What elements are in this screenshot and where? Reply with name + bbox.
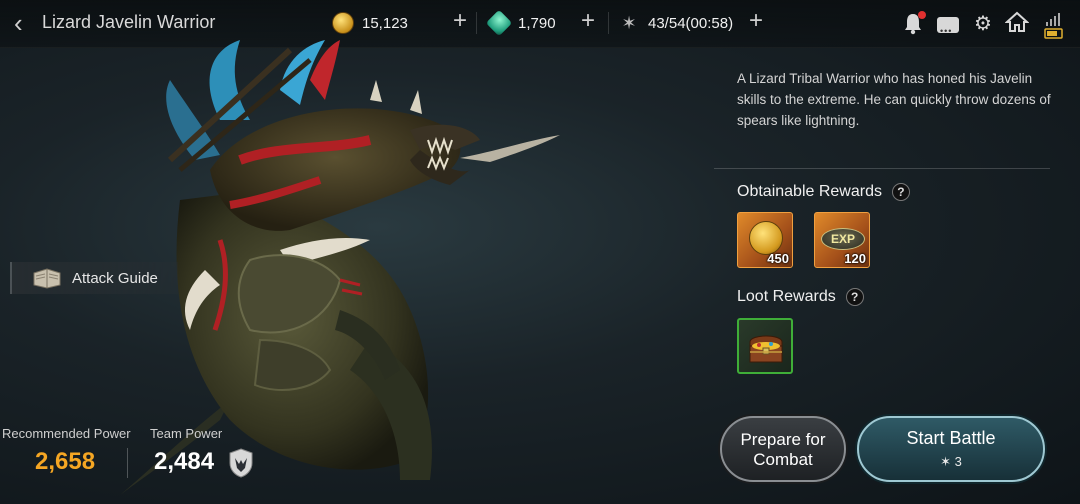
page-title: Lizard Javelin Warrior bbox=[42, 12, 216, 32]
gold-coin-icon bbox=[332, 12, 354, 34]
attack-guide-button[interactable]: Attack Guide bbox=[10, 262, 178, 294]
start-battle-label: Start Battle bbox=[906, 428, 996, 448]
team-power-value: 2,484 bbox=[154, 448, 215, 475]
loot-rewards-title: Loot Rewards bbox=[737, 288, 836, 305]
reward-exp-slot[interactable]: EXP 120 bbox=[814, 212, 870, 268]
gem-amount: 1,790 bbox=[518, 14, 556, 32]
chat-bubble bbox=[937, 17, 959, 44]
treasure-chest-icon bbox=[749, 335, 783, 363]
stamina-counter: ✶ 43/54(00:58) bbox=[618, 10, 733, 36]
add-stamina-button[interactable]: + bbox=[745, 9, 767, 34]
start-battle-cost-value: 3 bbox=[954, 454, 962, 469]
prepare-for-combat-button[interactable]: Prepare for Combat bbox=[720, 416, 846, 482]
prepare-line-2: Combat bbox=[753, 450, 813, 469]
gear-icon[interactable]: ⚙ bbox=[970, 11, 996, 37]
start-battle-cost: ✶ 3 bbox=[859, 454, 1043, 470]
green-gem-icon bbox=[485, 9, 513, 37]
book-icon bbox=[33, 268, 61, 289]
exp-icon: EXP bbox=[821, 228, 865, 250]
section-divider bbox=[714, 168, 1050, 169]
power-divider bbox=[127, 448, 128, 478]
obtainable-rewards-header: Obtainable Rewards ? bbox=[737, 183, 910, 201]
loot-chest-slot[interactable] bbox=[737, 318, 793, 374]
add-gold-button[interactable]: + bbox=[449, 9, 471, 34]
bell-icon[interactable] bbox=[900, 11, 926, 37]
divider bbox=[608, 12, 609, 34]
gem-counter: 1,790 bbox=[485, 9, 556, 37]
back-chevron-icon[interactable]: ‹ bbox=[14, 10, 38, 38]
obtainable-rewards-title: Obtainable Rewards bbox=[737, 183, 882, 200]
reward-gold-slot[interactable]: 450 bbox=[737, 212, 793, 268]
prepare-line-1: Prepare for bbox=[740, 430, 826, 449]
chat-icon[interactable] bbox=[935, 11, 961, 44]
notification-dot bbox=[918, 11, 926, 19]
recommended-power-value: 2,658 bbox=[35, 448, 96, 475]
loot-help-icon[interactable]: ? bbox=[845, 288, 864, 306]
start-battle-button[interactable]: Start Battle ✶ 3 bbox=[857, 416, 1045, 482]
stamina-feather-icon: ✶ bbox=[940, 454, 952, 469]
home-icon-graphic bbox=[1004, 11, 1030, 32]
enemy-description: A Lizard Tribal Warrior who has honed hi… bbox=[737, 71, 1051, 128]
attack-guide-label: Attack Guide bbox=[72, 269, 158, 287]
stamina-amount: 43/54(00:58) bbox=[648, 14, 734, 32]
divider bbox=[476, 12, 477, 34]
add-gems-button[interactable]: + bbox=[577, 9, 599, 34]
team-power-label: Team Power bbox=[150, 426, 223, 441]
gold-coin-icon bbox=[749, 221, 783, 255]
gold-counter: 15,123 bbox=[332, 10, 408, 36]
reward-exp-qty: 120 bbox=[844, 251, 866, 266]
team-power-shield-icon[interactable] bbox=[228, 448, 254, 478]
loot-rewards-header: Loot Rewards ? bbox=[737, 288, 864, 306]
gold-amount: 15,123 bbox=[362, 14, 408, 32]
stamina-feather-icon: ✶ bbox=[621, 13, 637, 33]
recommended-power-label: Recommended Power bbox=[2, 426, 131, 441]
obtainable-help-icon[interactable]: ? bbox=[891, 183, 910, 201]
reward-gold-qty: 450 bbox=[767, 251, 789, 266]
home-icon[interactable] bbox=[1004, 11, 1030, 37]
signal-battery-icon bbox=[1044, 13, 1063, 39]
